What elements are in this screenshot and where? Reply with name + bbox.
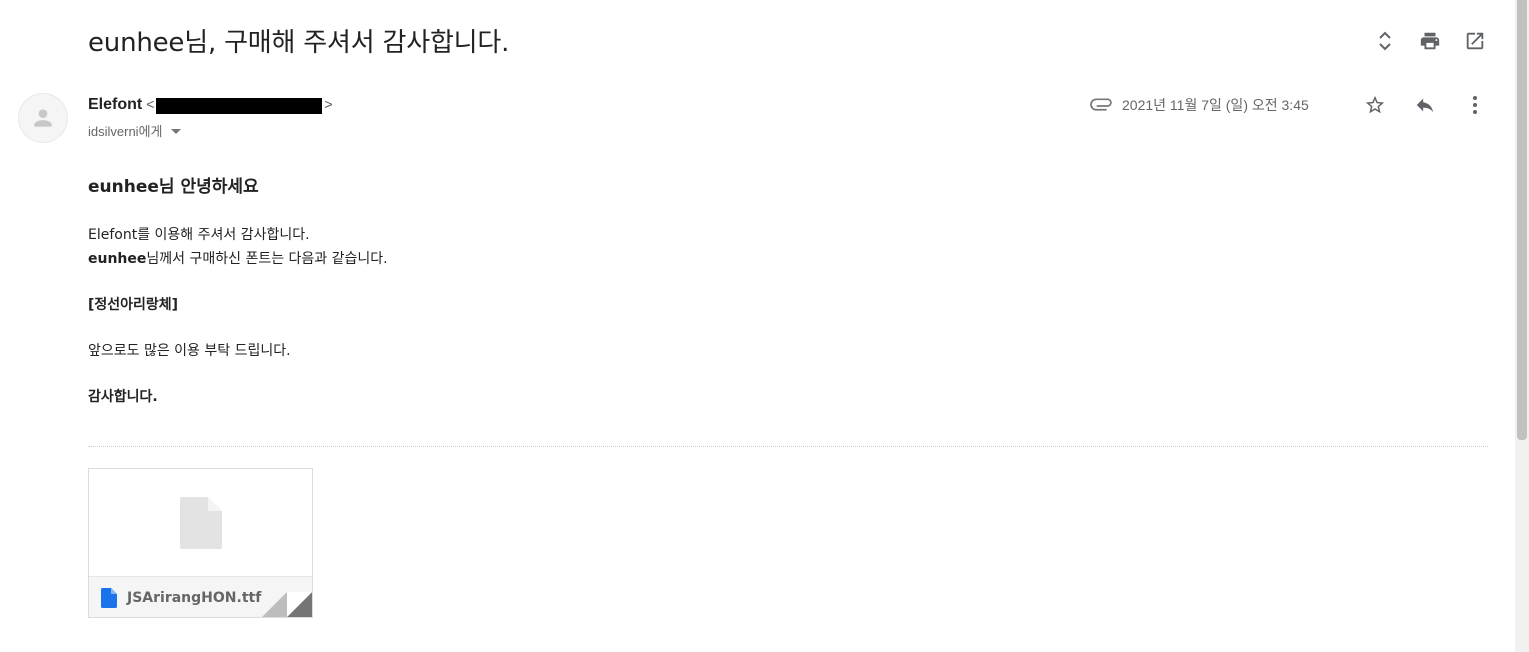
star-icon[interactable] [1360,92,1390,118]
sender-email: < > [146,96,333,114]
greeting: eunhee님 안녕하세요 [88,177,259,197]
email-subject: eunhee님, 구매해 주셔서 감사합니다. [88,28,510,58]
attachment-card[interactable]: JSArirangHON.ttf [88,468,313,618]
message-body: eunhee님 안녕하세요 Elefont를 이용해 주셔서 감사합니다. eu… [88,172,388,409]
scrollbar-thumb[interactable] [1517,0,1527,440]
attachment-filename: JSArirangHON.ttf [127,589,262,606]
email-view: eunhee님, 구매해 주셔서 감사합니다. Elefont < > idsil… [0,0,1529,652]
customer-name: eunhee [88,251,147,267]
body-line-1: Elefont를 이용해 주셔서 감사합니다. [88,227,310,243]
more-options-icon[interactable] [1460,92,1490,118]
print-icon[interactable] [1415,28,1445,54]
message-meta: 2021년 11월 7일 (일) 오전 3:45 [1090,95,1309,115]
sender-name[interactable]: Elefont [88,96,142,114]
message-actions [1360,92,1510,118]
body-line-3: 앞으로도 많은 이용 부탁 드립니다. [88,343,291,359]
message-date: 2021년 11월 7일 (일) 오전 3:45 [1122,97,1309,113]
file-icon [101,587,117,608]
email-close-bracket: > [324,96,333,113]
attachment-clip-icon [1090,97,1114,114]
purchased-font-name: [정선아리랑체] [88,297,179,313]
expand-all-icon[interactable] [1370,28,1400,54]
thread-actions [1370,28,1505,54]
body-line-2-text: 님께서 구매하신 폰트는 다음과 같습니다. [146,251,388,267]
person-icon [34,109,52,127]
sender-line: Elefont < > [88,96,333,114]
scrollbar[interactable] [1515,0,1529,652]
recipient-line: idsilverni에게 [88,121,181,140]
attachment-preview [89,469,312,576]
attachment-divider [88,446,1488,447]
email-open-bracket: < [146,96,155,113]
generic-file-icon [179,496,222,549]
sender-avatar[interactable] [18,93,68,143]
recipient-text: idsilverni에게 [88,124,163,139]
folded-corner [262,592,312,617]
open-in-new-window-icon[interactable] [1460,28,1490,54]
redacted-email [156,97,323,114]
show-details-dropdown-icon[interactable] [170,123,181,138]
reply-icon[interactable] [1410,92,1440,118]
body-line-2: eunhee님께서 구매하신 폰트는 다음과 같습니다. [88,247,388,271]
closing: 감사합니다. [88,389,158,405]
